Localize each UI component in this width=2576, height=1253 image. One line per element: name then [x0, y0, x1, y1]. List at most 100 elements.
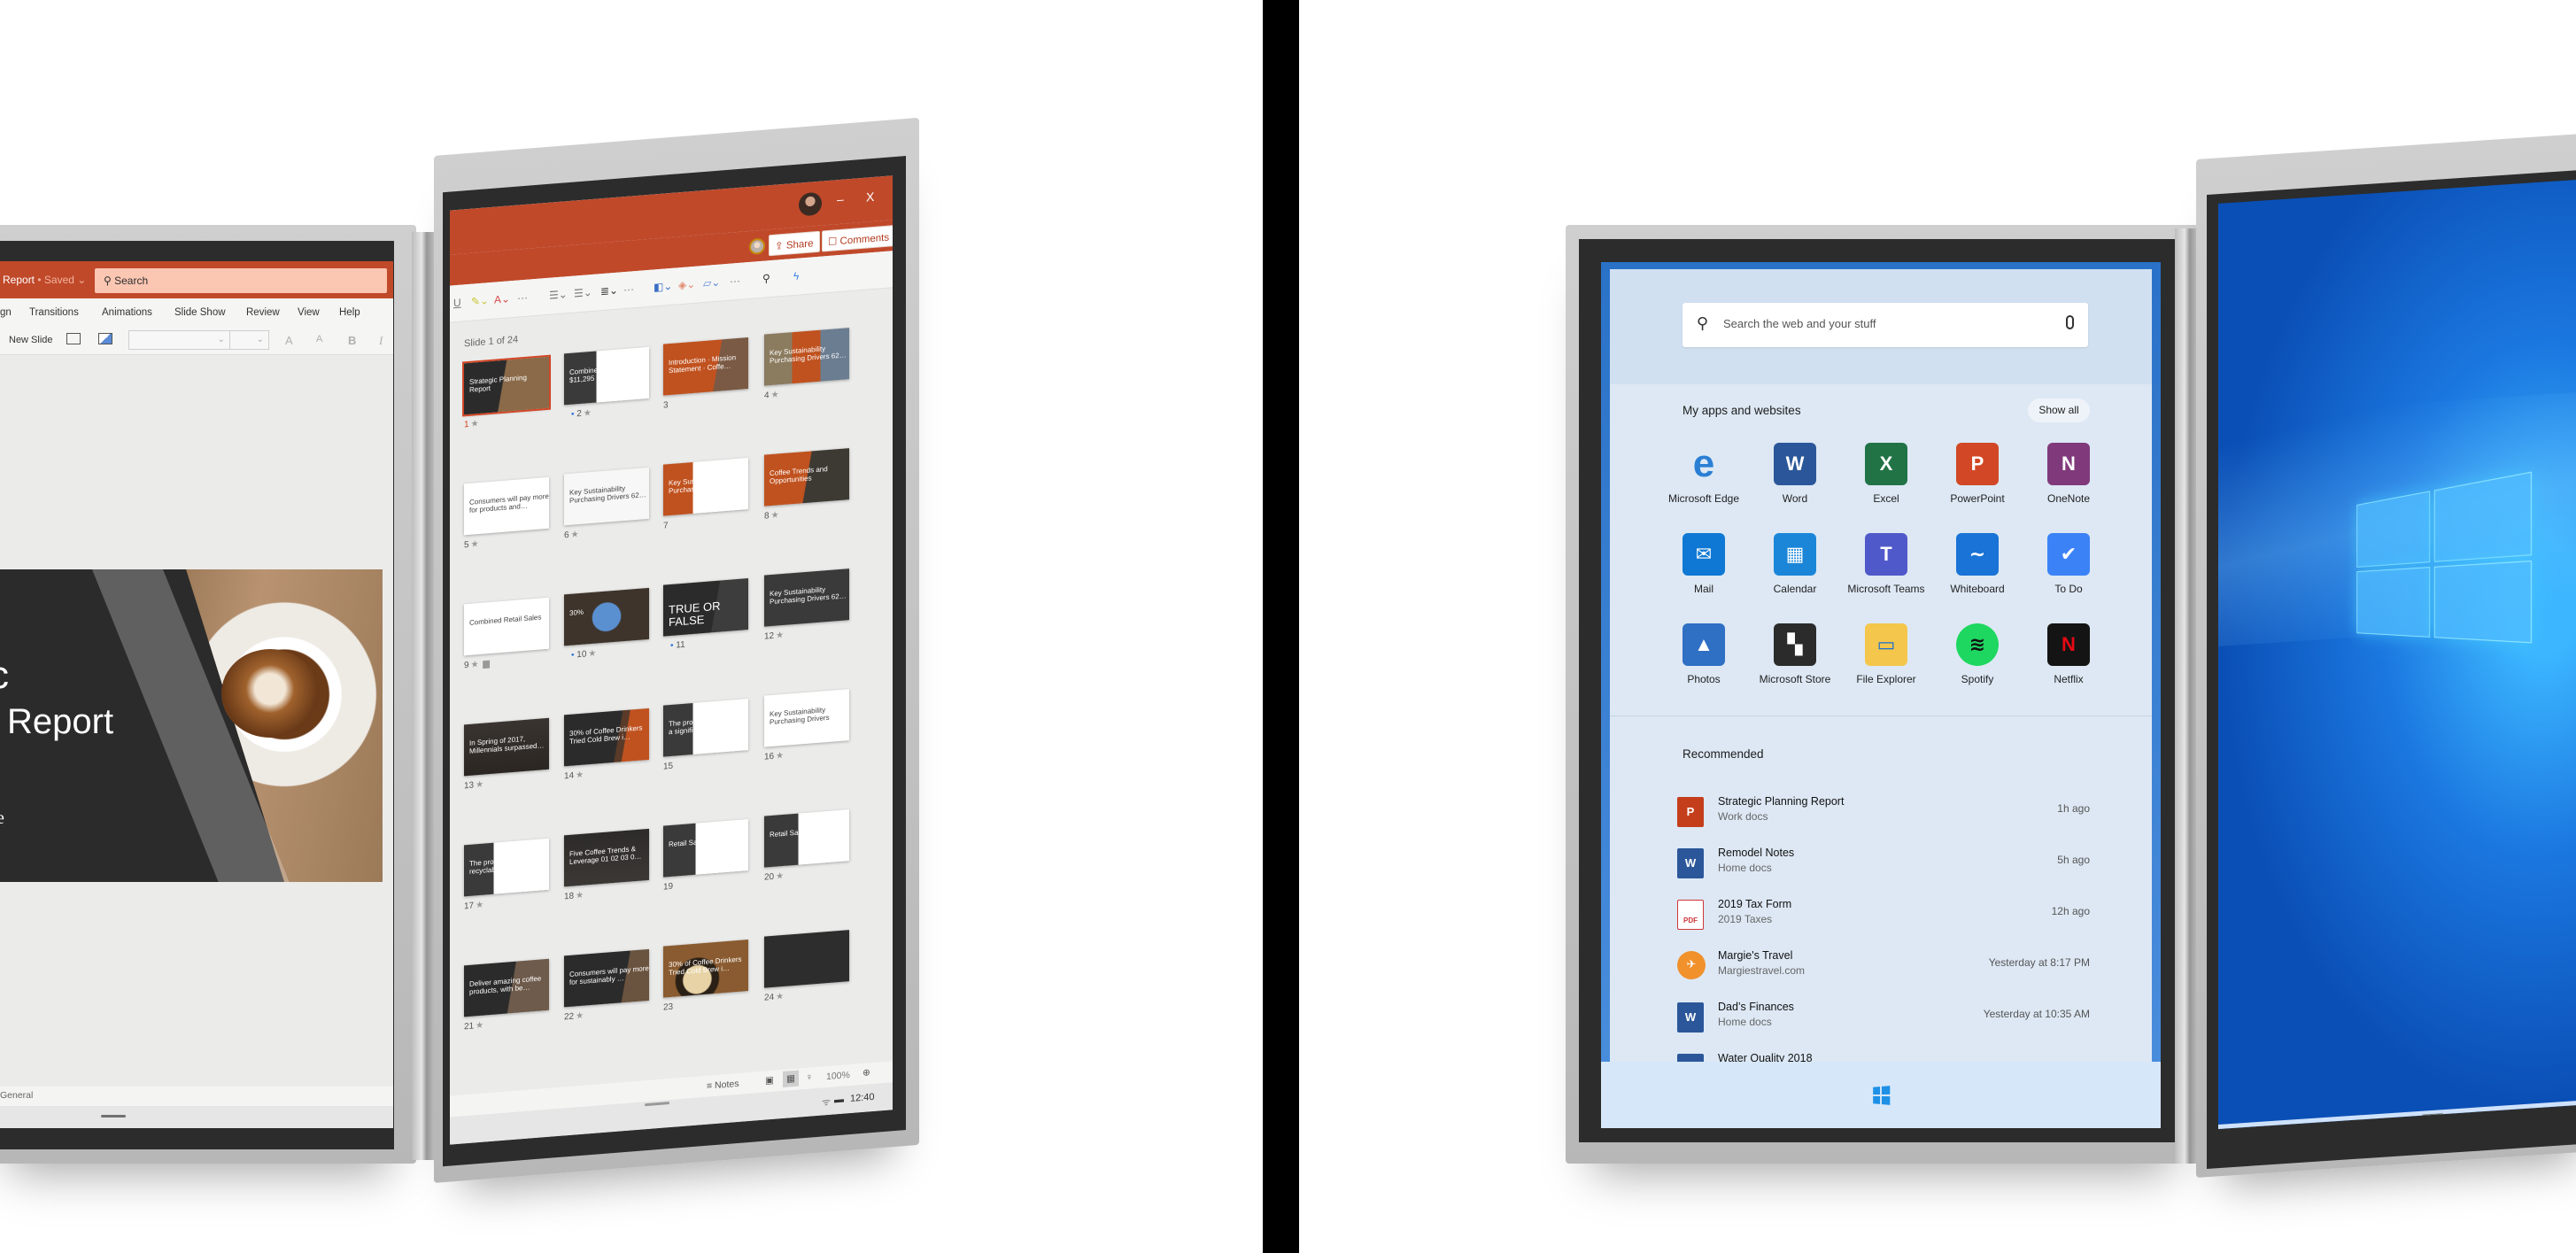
bold-button[interactable]: B	[348, 334, 356, 347]
shapes-icon[interactable]: ◧⌄	[654, 280, 672, 294]
gesture-handle[interactable]	[101, 1115, 126, 1118]
star-icon[interactable]: ★	[471, 419, 479, 429]
reading-view-icon[interactable]: ♀	[806, 1071, 813, 1083]
font-family-dropdown[interactable]: ⌄	[128, 330, 230, 350]
star-icon[interactable]: ★	[576, 770, 584, 781]
minimize-button[interactable]: –	[837, 192, 844, 207]
star-icon[interactable]: ★	[776, 751, 784, 762]
star-icon[interactable]: ★	[776, 992, 784, 1002]
slide-thumbnail[interactable]: Key Sustainability Purchasing Drivers 62…	[764, 568, 849, 627]
notes-button[interactable]: ≡ Notes	[707, 1079, 739, 1092]
tab-view[interactable]: View	[298, 307, 320, 318]
recommended-item[interactable]: W Dad’s Finances Home docs Yesterday at 10:…	[1677, 999, 2090, 1043]
star-icon[interactable]: ★	[776, 871, 784, 882]
star-icon[interactable]: ★	[571, 530, 579, 540]
star-icon[interactable]: ★	[771, 510, 779, 521]
slide-thumbnail[interactable]: Consumers will pay more for sustainably …	[564, 948, 649, 1008]
design-ideas-icon[interactable]	[98, 333, 112, 344]
star-icon[interactable]: ★	[588, 649, 596, 660]
grow-font-button[interactable]: A	[285, 334, 293, 347]
star-icon[interactable]: ★	[576, 1011, 584, 1022]
slide-thumbnail[interactable]: Key Sustainability Purchasing Drivers 62…	[564, 467, 649, 526]
coauthor-avatar[interactable]	[749, 237, 765, 255]
more-icon[interactable]: ···	[517, 291, 528, 305]
slide-thumbnail[interactable]: The product packaging is recyclable	[464, 838, 549, 897]
slide-thumbnail[interactable]: Key Sustainability Purchasing Drivers 62…	[764, 328, 849, 386]
slide-thumbnail[interactable]: 30%	[564, 587, 649, 646]
recommended-item[interactable]: W Water Quality 2018	[1677, 1050, 2090, 1062]
recommended-item[interactable]: ✈ Margie's Travel Margiestravel.com Yesterd…	[1677, 947, 2090, 992]
app-tile[interactable]: e Microsoft Edge	[1658, 443, 1750, 506]
app-tile[interactable]: ▭ File Explorer	[1840, 623, 1932, 685]
zoom-level[interactable]: 100%	[826, 1070, 850, 1082]
lightning-icon[interactable]: ϟ	[793, 270, 799, 283]
underline-button[interactable]: U	[453, 297, 461, 310]
gesture-handle[interactable]	[645, 1102, 669, 1107]
slide-thumbnail[interactable]: Five Coffee Trends & Leverage 01 02 03 0…	[564, 828, 649, 887]
app-tile[interactable]: T Microsoft Teams	[1840, 533, 1932, 595]
slide-thumbnail[interactable]: The product packaging is a significant f…	[663, 699, 748, 757]
slide-thumbnail[interactable]: Strategic Planning Report	[462, 354, 551, 417]
font-size-dropdown[interactable]: ⌄	[229, 330, 269, 350]
shape-outline-icon[interactable]: ▱⌄	[703, 276, 720, 290]
battery-icon[interactable]: ▬	[834, 1094, 844, 1106]
app-tile[interactable]: X Excel	[1840, 443, 1932, 505]
italic-button[interactable]: I	[379, 334, 383, 348]
slide-thumbnail[interactable]: Retail Sales	[764, 809, 849, 868]
tab-slide-show[interactable]: Slide Show	[174, 307, 226, 318]
star-icon[interactable]: ★	[476, 780, 483, 791]
recommended-item[interactable]: P Strategic Planning Report Work docs 1h ag…	[1677, 793, 2090, 838]
slide-thumbnail[interactable]: In Spring of 2017, Millennials surpassed…	[464, 717, 549, 777]
shape-fill-icon[interactable]: ◈⌄	[678, 278, 695, 292]
user-avatar[interactable]	[799, 191, 822, 217]
app-tile[interactable]: ∼ Whiteboard	[1931, 533, 2023, 595]
app-tile[interactable]: N Netflix	[2023, 623, 2115, 685]
numbering-icon[interactable]: ☰⌄	[574, 286, 592, 300]
comments-button[interactable]: ☐ Comments	[822, 224, 893, 252]
star-icon[interactable]: ★	[471, 660, 479, 670]
close-button[interactable]: X	[866, 189, 874, 205]
star-icon[interactable]: ★	[476, 901, 483, 911]
star-icon[interactable]: ★	[576, 891, 584, 901]
slide-thumbnail[interactable]: Coffee Trends and Opportunities	[764, 448, 849, 507]
slide-thumbnail[interactable]: Key Sustainability Purchasing Drivers	[764, 689, 849, 747]
new-slide-button[interactable]: New Slide	[9, 335, 53, 345]
tab-review[interactable]: Review	[246, 307, 280, 318]
app-tile[interactable]: ▚ Microsoft Store	[1749, 623, 1841, 685]
more-icon[interactable]: ···	[730, 275, 740, 288]
slide-thumbnail[interactable]: Deliver amazing coffee products, with be…	[464, 958, 549, 1017]
normal-view-icon[interactable]: ▣	[765, 1075, 774, 1087]
app-tile[interactable]: ▲ Photos	[1658, 623, 1750, 685]
tab-transitions[interactable]: Transitions	[29, 307, 79, 318]
slide-thumbnail[interactable]: Key Sustainability Purchasing Drivers 62…	[663, 458, 748, 516]
fit-slide-icon[interactable]: ⊕	[863, 1067, 870, 1079]
star-icon[interactable]: ★	[476, 1021, 483, 1032]
slide-thumbnail[interactable]: 30% of Coffee Drinkers Tried Cold Brew i…	[564, 708, 649, 767]
start-search-box[interactable]: ⚲ Search the web and your stuff	[1683, 303, 2088, 347]
slide-thumbnail[interactable]	[764, 930, 849, 988]
slide-thumbnail[interactable]: Combined Retail Sales	[464, 597, 549, 656]
layout-icon[interactable]	[66, 333, 81, 344]
slide-thumbnail[interactable]: Retail Sales	[663, 819, 748, 878]
slide-thumbnail[interactable]: TRUE OR FALSE	[663, 578, 748, 637]
app-tile[interactable]: N OneNote	[2023, 443, 2115, 505]
tab-help[interactable]: Help	[339, 307, 360, 318]
slide-thumbnail[interactable]: Combined Retail Sales $11,295	[564, 346, 649, 406]
app-tile[interactable]: ≋ Spotify	[1931, 623, 2023, 685]
app-tile[interactable]: ✉ Mail	[1658, 533, 1750, 595]
wifi-icon[interactable]: ᯤ	[822, 1095, 831, 1110]
app-tile[interactable]: ▦ Calendar	[1749, 533, 1841, 595]
comment-icon[interactable]: ▆	[481, 659, 490, 669]
align-icon[interactable]: ≣⌄	[600, 284, 618, 298]
star-icon[interactable]: ★	[584, 408, 592, 419]
bullets-icon[interactable]: ☰⌄	[549, 288, 568, 302]
share-button[interactable]: ⇪ Share	[769, 230, 820, 257]
app-tile[interactable]: P PowerPoint	[1931, 443, 2023, 505]
ppt-search-box[interactable]: ⚲ Search	[95, 268, 387, 293]
star-icon[interactable]: ★	[471, 539, 479, 550]
slide-thumbnail[interactable]: Consumers will pay more for products and…	[464, 476, 549, 536]
slide-sorter-view-icon[interactable]: ▦	[783, 1070, 799, 1087]
clock[interactable]: 12:40	[850, 1092, 875, 1104]
recommended-item[interactable]: PDF 2019 Tax Form 2019 Taxes 12h ago	[1677, 896, 2090, 940]
slide-thumbnail[interactable]: 30% of Coffee Drinkers Tried Cold Brew i…	[663, 940, 748, 998]
